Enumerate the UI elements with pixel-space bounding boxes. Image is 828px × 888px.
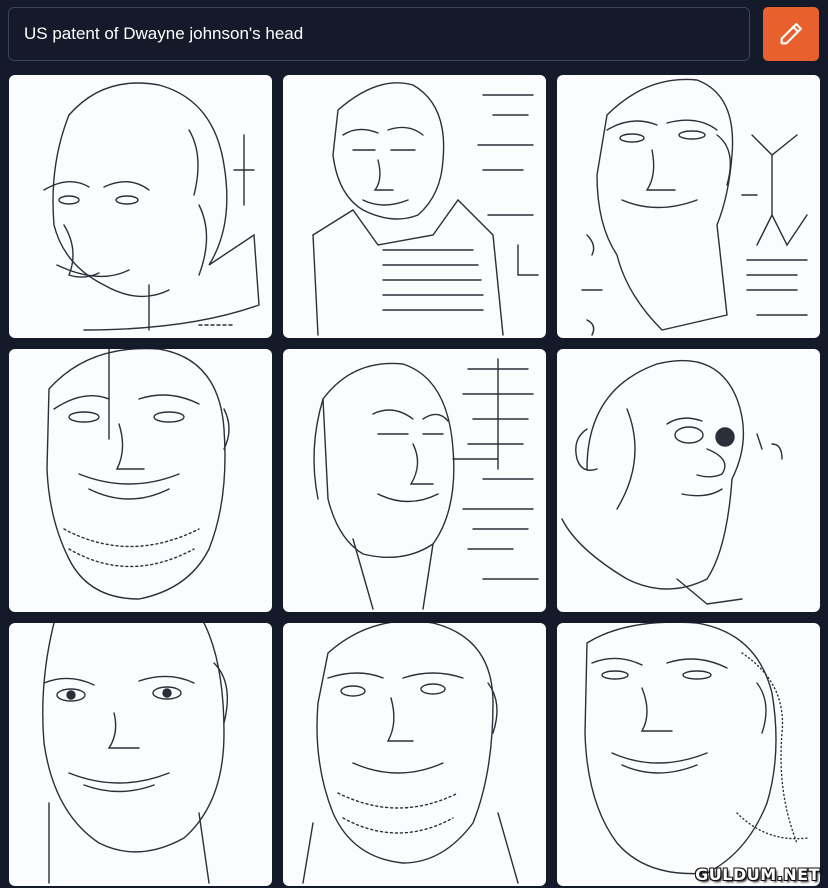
result-image-4[interactable]: [9, 349, 272, 612]
prompt-text: US patent of Dwayne johnson's head: [24, 24, 304, 43]
result-image-9[interactable]: [557, 623, 820, 886]
watermark: GULDUM.NET: [695, 865, 820, 884]
result-image-1[interactable]: [9, 75, 272, 338]
generate-button[interactable]: [763, 7, 819, 61]
result-image-7[interactable]: [9, 623, 272, 886]
pencil-icon: [780, 23, 802, 45]
result-image-8[interactable]: [283, 623, 546, 886]
prompt-input[interactable]: US patent of Dwayne johnson's head: [8, 7, 750, 61]
results-grid: [9, 75, 820, 886]
result-image-5[interactable]: [283, 349, 546, 612]
result-image-6[interactable]: [557, 349, 820, 612]
result-image-2[interactable]: [283, 75, 546, 338]
result-image-3[interactable]: [557, 75, 820, 338]
